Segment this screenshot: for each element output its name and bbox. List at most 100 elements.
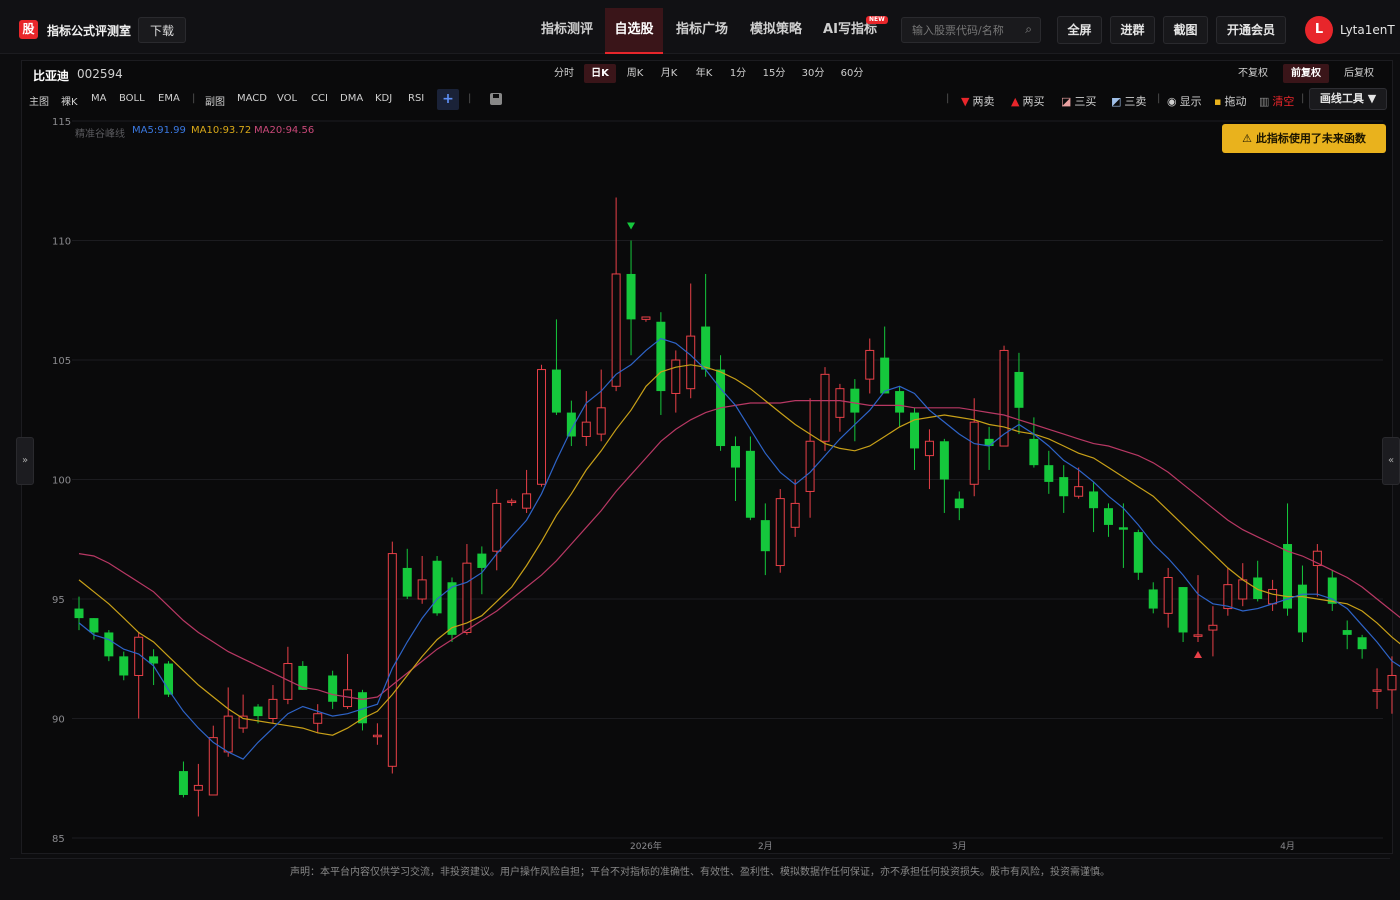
candle-body-down xyxy=(745,450,755,518)
ma5-line xyxy=(78,337,1400,760)
candle-body-down xyxy=(656,321,666,392)
candle-body-up xyxy=(641,316,651,320)
candle-body-down xyxy=(119,656,129,676)
buy-signal-marker xyxy=(1194,651,1202,659)
candle-body-up xyxy=(492,502,502,552)
candle-body-down xyxy=(1103,508,1113,525)
candle-body-down xyxy=(1327,577,1337,604)
candle-body-up xyxy=(417,579,427,600)
candle-body-down xyxy=(1118,527,1128,530)
y-tick-label: 90 xyxy=(52,715,65,726)
x-tick-label: 2026年 xyxy=(630,840,662,852)
candle-body-up xyxy=(1223,584,1233,610)
candle-body-down xyxy=(1178,587,1188,633)
candle-body-up xyxy=(343,689,353,708)
candle-body-down xyxy=(402,567,412,597)
candle-body-up xyxy=(193,784,203,791)
candle-body-down xyxy=(910,412,920,449)
candle-body-up xyxy=(805,440,815,492)
candle-body-down xyxy=(701,326,711,370)
y-tick-label: 110 xyxy=(52,237,71,248)
candle-body-down xyxy=(954,498,964,509)
candle-body-down xyxy=(1059,477,1069,497)
y-tick-label: 85 xyxy=(52,834,65,845)
candle-body-down xyxy=(149,656,159,664)
y-tick-label: 100 xyxy=(52,476,71,487)
future-function-warning[interactable]: ⚠ 此指标使用了未来函数 xyxy=(1222,124,1386,153)
candle-body-up xyxy=(790,502,800,528)
candle-body-up xyxy=(969,421,979,485)
x-tick-label: 2月 xyxy=(758,841,773,852)
candle-body-up xyxy=(1193,634,1203,637)
candle-body-up xyxy=(387,553,397,767)
candle-body-down xyxy=(1148,589,1158,609)
candle-body-down xyxy=(1014,371,1024,408)
candle-body-up xyxy=(1163,576,1173,614)
left-expand-tab[interactable]: » xyxy=(16,437,34,485)
candle-body-down xyxy=(730,446,740,468)
candle-body-up xyxy=(313,713,323,724)
candle-body-up xyxy=(537,369,547,485)
candle-body-down xyxy=(432,560,442,614)
candle-body-down xyxy=(89,618,99,633)
candle-body-up xyxy=(924,440,934,457)
y-tick-label: 95 xyxy=(52,595,65,606)
candle-body-up xyxy=(865,349,875,380)
ma10-line xyxy=(78,364,1400,736)
candle-body-up xyxy=(1387,674,1397,691)
candle-body-down xyxy=(104,632,114,657)
disclaimer: 声明：本平台内容仅供学习交流，非投资建议。用户操作风险自担；平台不对指标的准确性… xyxy=(290,867,1110,878)
candle-body-up xyxy=(686,335,696,390)
candle-body-up xyxy=(1074,486,1084,497)
candle-body-down xyxy=(328,675,338,702)
y-tick-label: 115 xyxy=(52,117,71,128)
candle-body-down xyxy=(1044,465,1054,482)
candle-body-down xyxy=(1089,491,1099,509)
candle-body-up xyxy=(835,388,845,418)
candle-body-down xyxy=(939,441,949,480)
candle-body-down xyxy=(253,706,263,717)
candle-body-up xyxy=(208,737,218,796)
candle-body-up xyxy=(1268,588,1278,605)
candle-body-down xyxy=(880,357,890,394)
candle-body-up xyxy=(522,493,532,509)
candle-body-up xyxy=(507,500,517,504)
candle-body-up xyxy=(671,359,681,394)
candle-body-down xyxy=(850,388,860,413)
candle-body-down xyxy=(1357,637,1367,650)
candle-body-down xyxy=(1133,532,1143,573)
candle-body-up xyxy=(372,734,382,738)
candle-body-up xyxy=(1208,624,1218,631)
warning-label: 此指标使用了未来函数 xyxy=(1255,132,1366,145)
footer-divider xyxy=(10,858,1390,859)
x-tick-label: 4月 xyxy=(1280,841,1295,852)
candle-body-down xyxy=(626,273,636,320)
candle-body-up xyxy=(1238,579,1248,600)
candle-body-down xyxy=(178,771,188,795)
candle-body-up xyxy=(611,273,621,387)
y-tick-label: 105 xyxy=(52,356,71,367)
candle-body-down xyxy=(477,553,487,568)
right-expand-tab[interactable]: « xyxy=(1382,437,1400,485)
candle-body-up xyxy=(1372,689,1382,692)
warning-icon: ⚠ xyxy=(1242,132,1256,145)
candle-body-up xyxy=(775,498,785,567)
candle-body-down xyxy=(1029,438,1039,466)
candle-body-down xyxy=(1342,630,1352,635)
candle-body-up xyxy=(596,407,606,435)
candle-body-up xyxy=(268,698,278,720)
ma20-line xyxy=(78,400,1400,701)
candle-body-up xyxy=(581,421,591,437)
candle-body-down xyxy=(551,369,561,413)
candle-body-up xyxy=(820,373,830,442)
app-root: 股 指标公式评测室 下载 指标测评 自选股 指标广场 模拟策略 AI写指标 NE… xyxy=(0,0,1400,900)
candle-body-down xyxy=(1297,584,1307,633)
candle-body-down xyxy=(1253,577,1263,599)
kline-chart[interactable]: 85 90 95 100 105 110 115 2026年 2月 3月 4月 xyxy=(0,0,1400,900)
candle-body-down xyxy=(895,391,905,413)
candle-body-down xyxy=(74,608,84,619)
x-tick-label: 3月 xyxy=(952,841,967,852)
candle-body-down xyxy=(760,520,770,552)
sell-signal-marker xyxy=(627,222,636,230)
candle-body-up xyxy=(223,715,233,753)
